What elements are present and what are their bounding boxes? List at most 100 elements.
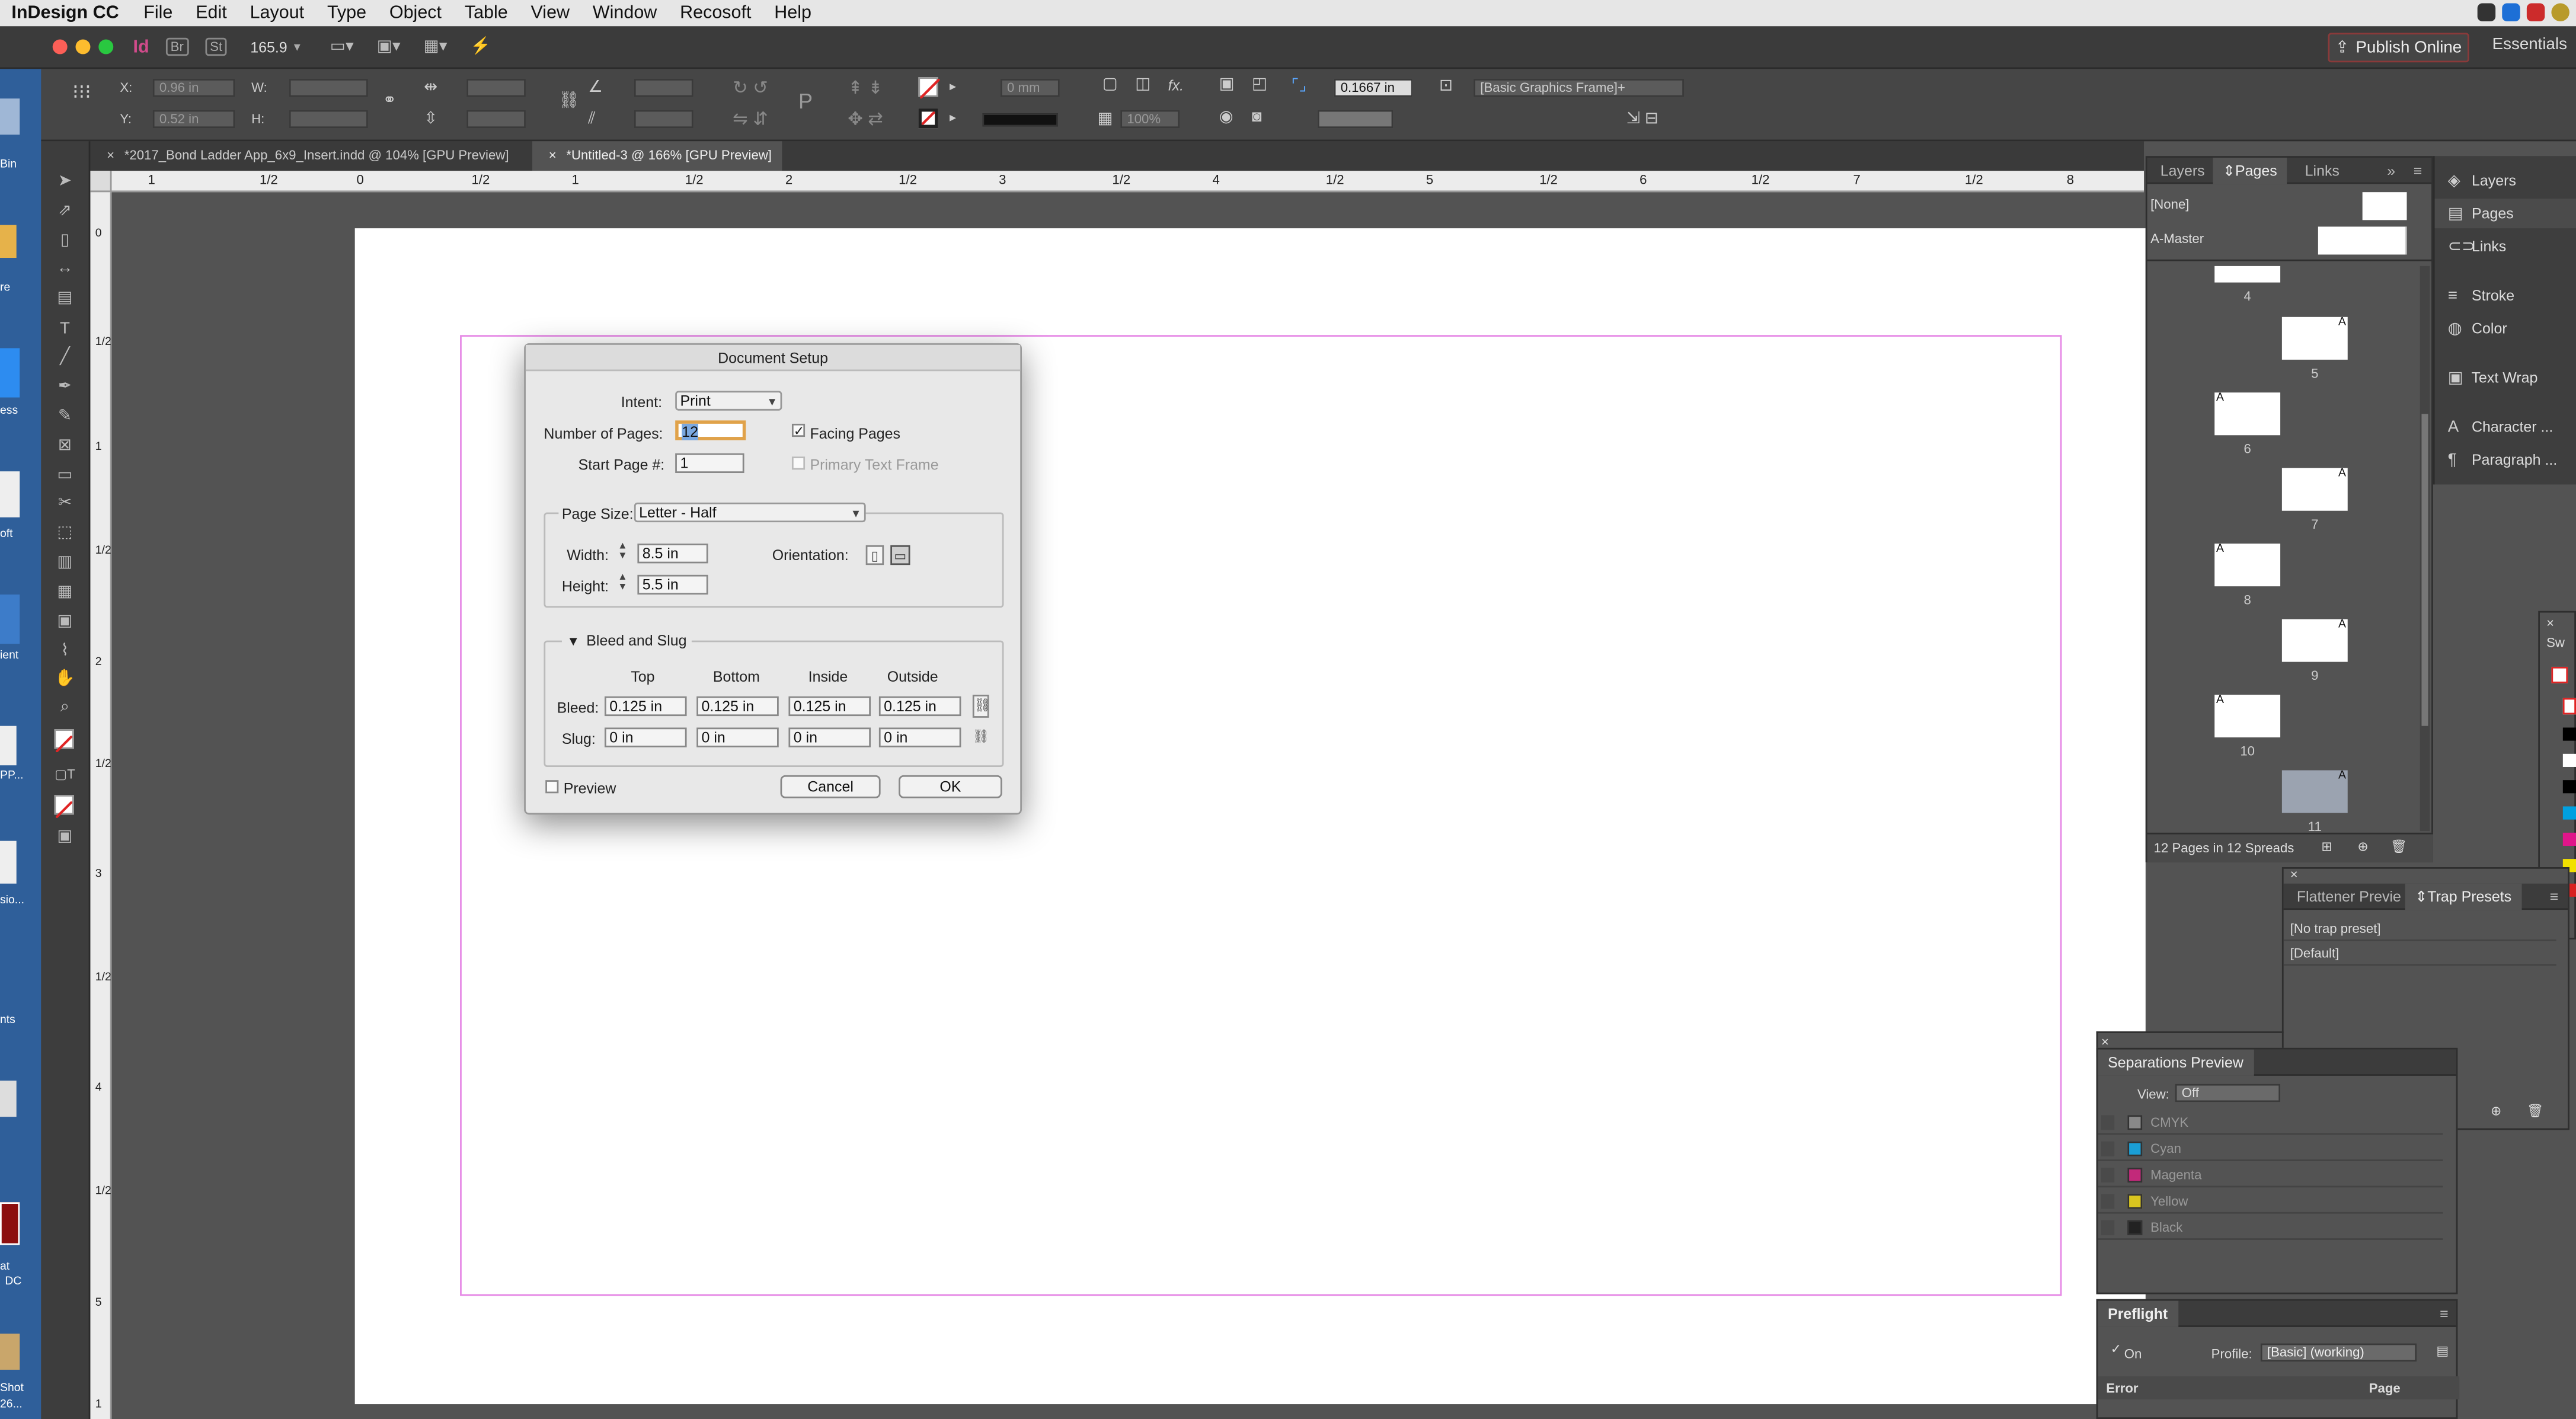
- trap-panel-menu-icon[interactable]: ≡: [2540, 884, 2568, 910]
- menu-file[interactable]: File: [132, 4, 184, 23]
- close-tab-icon[interactable]: ×: [549, 148, 557, 162]
- preflight-on-checkbox[interactable]: ✓: [2110, 1343, 2123, 1357]
- width-stepper-icon[interactable]: ▲ ▼: [618, 542, 628, 561]
- publish-online-button[interactable]: ⇪ Publish Online: [2328, 33, 2469, 63]
- menu-view[interactable]: View: [519, 4, 581, 23]
- screenshot-icon[interactable]: [0, 1333, 20, 1370]
- frame-fitting-icon[interactable]: ▣: [1219, 75, 1235, 93]
- master-none-thumb[interactable]: [2362, 192, 2407, 220]
- tab-layers[interactable]: Layers: [2150, 158, 2214, 184]
- preflight-profile-dropdown[interactable]: [Basic] (working): [2260, 1343, 2417, 1362]
- object-style-dropdown[interactable]: [Basic Graphics Frame]+: [1474, 78, 1684, 97]
- width-field[interactable]: [289, 78, 368, 97]
- creative-cloud-icon[interactable]: [2477, 3, 2496, 22]
- menu-help[interactable]: Help: [763, 4, 823, 23]
- bridge-button[interactable]: Br: [165, 37, 189, 56]
- app-menu[interactable]: InDesign CC: [0, 4, 132, 23]
- constrain-scale-icon[interactable]: ⛓: [558, 92, 579, 110]
- visibility-toggle-icon[interactable]: [2101, 1194, 2115, 1209]
- fill-frame-icon[interactable]: ◙: [1252, 108, 1262, 126]
- zoom-dropdown-icon[interactable]: ▾: [294, 39, 301, 54]
- scale-y-field[interactable]: [466, 110, 526, 129]
- rotation-field[interactable]: [634, 78, 693, 97]
- preflight-profile-icon[interactable]: ▤: [2436, 1344, 2449, 1359]
- formatting-affects-icon[interactable]: ▢T: [54, 767, 75, 784]
- landscape-orientation-icon[interactable]: ▭: [890, 545, 910, 565]
- close-window-icon[interactable]: [52, 39, 68, 55]
- menu-edit[interactable]: Edit: [184, 4, 238, 23]
- zoom-window-icon[interactable]: [98, 39, 114, 55]
- height-field[interactable]: 5.5 in: [637, 574, 708, 595]
- free-transform-tool-icon[interactable]: ⬚: [54, 525, 75, 542]
- preflight-menu-icon[interactable]: ≡: [2430, 1300, 2458, 1327]
- collapse-panel-icon[interactable]: »: [2377, 158, 2405, 184]
- trash-icon[interactable]: [0, 98, 20, 135]
- menu-object[interactable]: Object: [378, 4, 453, 23]
- gradient-feather-tool-icon[interactable]: ▦: [54, 584, 75, 601]
- file-icon-3[interactable]: [0, 1081, 17, 1117]
- dock-paragraph[interactable]: ¶ Paragraph ...: [2435, 445, 2576, 475]
- master-a-thumb[interactable]: [2318, 226, 2407, 255]
- menu-window[interactable]: Window: [581, 4, 668, 23]
- close-trap-panel-icon[interactable]: ×: [2290, 867, 2298, 882]
- stroke-arrow-icon[interactable]: ▸: [950, 110, 956, 125]
- separation-row[interactable]: Magenta: [2098, 1163, 2443, 1188]
- file-icon[interactable]: [0, 726, 17, 766]
- vertical-ruler[interactable]: 0 1/2 1 1/2 2 1/2 3 1/2 4 1/2 5 1: [90, 192, 112, 1419]
- flip-icon[interactable]: ⇋ ⇵: [733, 108, 768, 130]
- hand-tool-icon[interactable]: ✋: [54, 671, 75, 688]
- type-tool-icon[interactable]: T: [54, 321, 75, 338]
- separation-row[interactable]: Yellow: [2098, 1189, 2443, 1214]
- bleed-slug-toggle[interactable]: ▼ Bleed and Slug: [561, 632, 692, 649]
- pages-scrollbar[interactable]: [2420, 266, 2430, 832]
- tab-bond-ladder[interactable]: × *2017_Bond Ladder App_6x9_Insert.indd @…: [90, 141, 529, 171]
- page-thumb-8[interactable]: A: [2214, 544, 2281, 587]
- start-page-field[interactable]: 1: [675, 453, 744, 473]
- slug-link-icon[interactable]: ⛓: [973, 727, 989, 747]
- bleed-outside-field[interactable]: 0.125 in: [878, 696, 961, 717]
- constrain-proportions-icon[interactable]: ⚭: [383, 92, 397, 110]
- view-options-icon[interactable]: ▭▾: [330, 38, 354, 56]
- acrobat-icon[interactable]: [0, 1202, 20, 1245]
- corner-options-icon[interactable]: ⌜⌟: [1292, 77, 1307, 95]
- tab-links[interactable]: Links: [2295, 158, 2350, 184]
- height-field[interactable]: [289, 110, 368, 129]
- swatch-paper[interactable]: [2562, 753, 2576, 767]
- shear-field[interactable]: [634, 110, 693, 129]
- selection-tool-icon[interactable]: ➤: [54, 173, 75, 191]
- visibility-toggle-icon[interactable]: [2101, 1141, 2115, 1156]
- fit-content-icon[interactable]: ◰: [1252, 75, 1267, 93]
- pencil-tool-icon[interactable]: ✎: [54, 408, 75, 426]
- eyedropper-tool-icon[interactable]: ⌇: [54, 643, 75, 660]
- app-store-icon[interactable]: [0, 348, 20, 398]
- swatches-tab[interactable]: Sw: [2546, 635, 2565, 650]
- fill-arrow-icon[interactable]: ▸: [950, 79, 956, 94]
- slug-bottom-field[interactable]: 0 in: [696, 727, 779, 747]
- preview-checkbox[interactable]: [545, 780, 559, 794]
- folder-icon[interactable]: [0, 225, 17, 258]
- dock-pages[interactable]: ▤ Pages: [2434, 199, 2576, 229]
- dock-character[interactable]: A Character ...: [2435, 412, 2576, 442]
- drop-shadow-icon[interactable]: ▢: [1102, 75, 1118, 93]
- slug-outside-field[interactable]: 0 in: [878, 727, 961, 747]
- tab-trap-presets[interactable]: ⇕Trap Presets: [2405, 883, 2521, 910]
- tab-preflight[interactable]: Preflight: [2098, 1300, 2178, 1327]
- rectangle-frame-tool-icon[interactable]: ⊠: [54, 437, 75, 455]
- stock-button[interactable]: St: [204, 37, 228, 56]
- dock-text-wrap[interactable]: ▣ Text Wrap: [2435, 363, 2576, 392]
- workspace-switcher[interactable]: Essentials: [2492, 36, 2567, 54]
- bleed-link-icon[interactable]: ⛓: [972, 695, 991, 718]
- gpu-performance-icon[interactable]: ⚡: [471, 38, 491, 56]
- visibility-toggle-icon[interactable]: [2101, 1168, 2115, 1182]
- delete-page-icon[interactable]: 🗑: [2390, 839, 2407, 854]
- swatch-registration[interactable]: [2562, 698, 2576, 715]
- y-position-field[interactable]: 0.52 in: [152, 110, 235, 129]
- stroke-swatch-icon[interactable]: [918, 108, 938, 129]
- separation-row[interactable]: Black: [2098, 1215, 2443, 1240]
- bleed-top-field[interactable]: 0.125 in: [604, 696, 687, 717]
- menu-type[interactable]: Type: [316, 4, 378, 23]
- ok-button[interactable]: OK: [899, 775, 1002, 798]
- slug-inside-field[interactable]: 0 in: [788, 727, 871, 747]
- cancel-button[interactable]: Cancel: [780, 775, 881, 798]
- close-tab-icon[interactable]: ×: [107, 148, 114, 162]
